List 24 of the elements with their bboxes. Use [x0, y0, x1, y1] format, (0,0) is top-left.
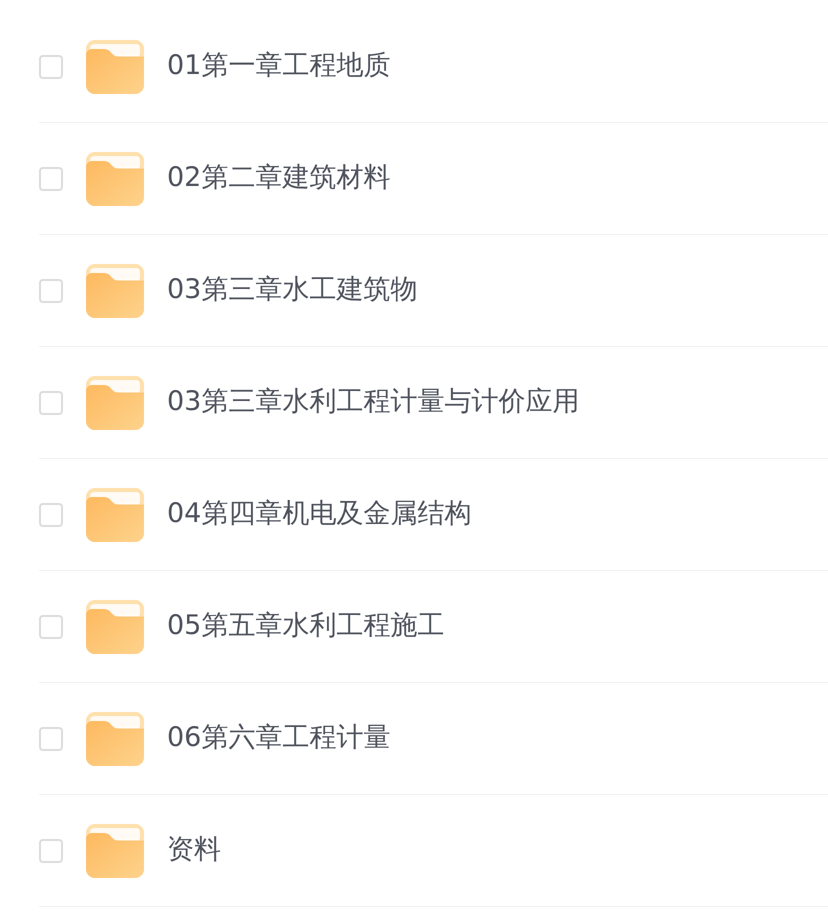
checkbox[interactable]: [39, 838, 63, 862]
checkbox[interactable]: [39, 278, 63, 302]
checkbox[interactable]: [39, 614, 63, 638]
folder-name[interactable]: 05第五章水利工程施工: [167, 610, 444, 643]
checkbox[interactable]: [39, 54, 63, 78]
checkbox[interactable]: [39, 726, 63, 750]
folder-name[interactable]: 01第一章工程地质: [167, 50, 390, 83]
folder-icon: [86, 488, 144, 542]
folder-name[interactable]: 06第六章工程计量: [167, 722, 390, 755]
folder-name[interactable]: 04第四章机电及金属结构: [167, 498, 472, 531]
folder-name[interactable]: 03第三章水利工程计量与计价应用: [167, 386, 580, 419]
folder-name[interactable]: 03第三章水工建筑物: [167, 274, 418, 307]
folder-icon: [86, 40, 144, 94]
folder-icon: [86, 376, 144, 430]
folder-icon: [86, 600, 144, 654]
folder-icon: [86, 824, 144, 878]
checkbox[interactable]: [39, 390, 63, 414]
checkbox[interactable]: [39, 502, 63, 526]
folder-icon: [86, 264, 144, 318]
folder-icon: [86, 152, 144, 206]
folder-icon: [86, 712, 144, 766]
folder-name[interactable]: 02第二章建筑材料: [167, 162, 390, 195]
checkbox[interactable]: [39, 166, 63, 190]
folder-name[interactable]: 资料: [167, 834, 221, 867]
